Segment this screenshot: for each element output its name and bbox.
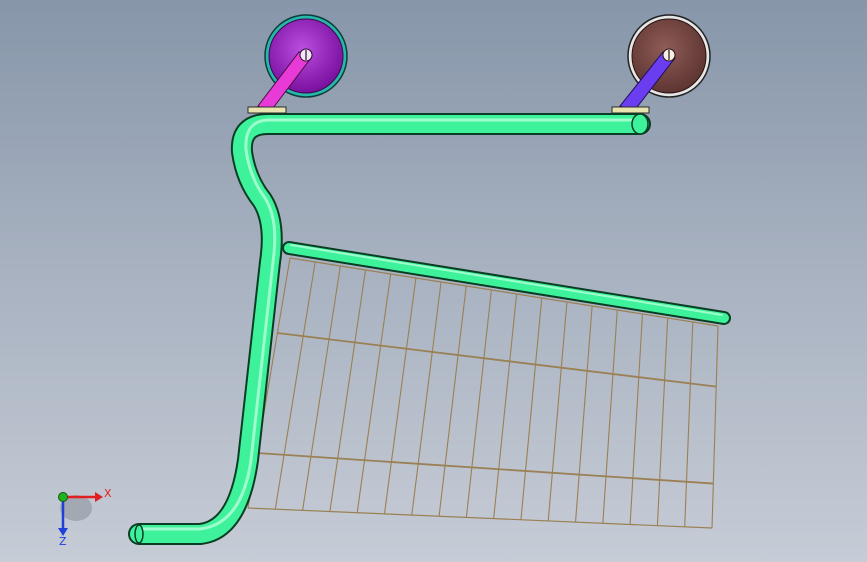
mesh-vertical-wire — [574, 305, 593, 523]
cad-graphics-viewport[interactable]: X Z — [0, 0, 867, 562]
orientation-triad[interactable]: X Z — [58, 487, 112, 548]
z-axis-label: Z — [59, 535, 67, 548]
mesh-vertical-wire — [274, 261, 316, 510]
cart-model-scene[interactable]: X Z — [0, 0, 867, 562]
cart-frame-tube[interactable] — [128, 113, 651, 545]
mesh-vertical-wire — [411, 281, 442, 516]
mesh-horizontal-wire — [247, 507, 713, 529]
mesh-vertical-wire — [520, 297, 543, 520]
mesh-horizontal-wire — [277, 332, 717, 388]
mesh-vertical-wire — [629, 313, 644, 525]
left-caster-wheel[interactable] — [247, 14, 348, 114]
mesh-vertical-wire — [602, 309, 618, 524]
mesh-vertical-wire — [438, 285, 467, 517]
y-axis-dot — [58, 492, 68, 502]
mesh-horizontal-wire — [257, 452, 714, 485]
frame-tube-top-end — [631, 113, 649, 135]
frame-tube-end-cap — [134, 524, 144, 544]
mesh-vertical-wire — [465, 289, 492, 518]
mesh-vertical-wire — [547, 301, 568, 521]
mesh-vertical-wire — [711, 325, 719, 529]
left-mount-plate — [247, 106, 287, 114]
mesh-vertical-wire — [656, 317, 669, 526]
mesh-horizontal-wire — [289, 257, 719, 327]
mesh-vertical-wire — [684, 321, 694, 527]
right-mount-plate — [611, 106, 650, 114]
basket-wire-mesh[interactable] — [247, 257, 719, 529]
x-axis-label: X — [104, 487, 112, 500]
right-caster-wheel[interactable] — [611, 14, 711, 114]
mesh-vertical-wire — [356, 273, 392, 513]
mesh-vertical-wire — [493, 293, 518, 519]
mesh-vertical-wire — [329, 269, 367, 512]
mesh-vertical-wire — [383, 277, 417, 514]
basket-top-rail[interactable] — [282, 241, 731, 325]
